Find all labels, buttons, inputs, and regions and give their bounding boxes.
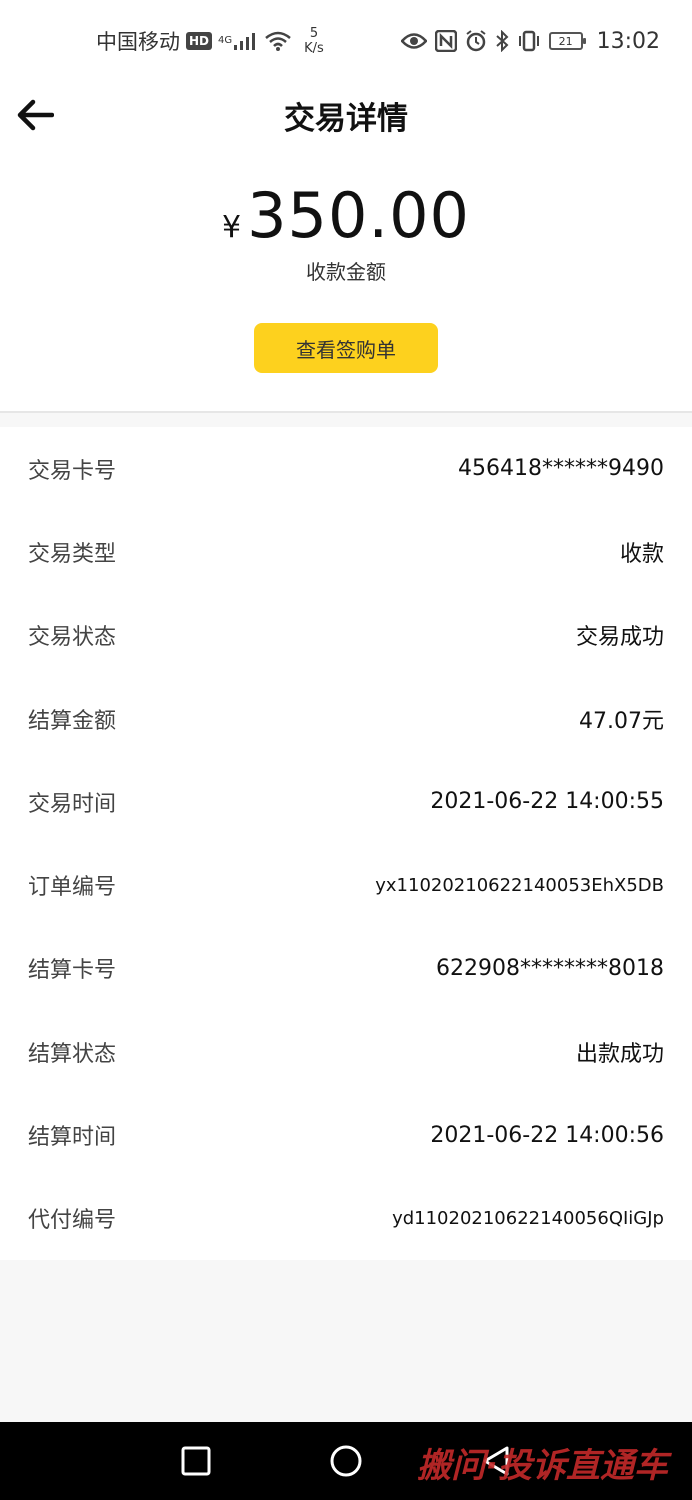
detail-label: 交易时间 [28,791,117,817]
detail-value: 2021-06-22 14:00:55 [430,789,664,815]
hd-badge: HD [186,32,213,50]
detail-label: 代付编号 [28,1208,117,1234]
speed-value: 5 [309,26,319,41]
view-receipt-button[interactable]: 查看签购单 [254,323,438,373]
detail-value: 2021-06-22 14:00:56 [430,1122,664,1148]
detail-row-settlement-amount: 结算金额 47.07元 [0,677,692,760]
nav-bar: 交易详情 [0,82,692,148]
amount-row: ¥ 350.00 [0,180,692,252]
home-button[interactable] [326,1441,366,1481]
back-nav-button[interactable] [476,1441,516,1481]
back-button[interactable] [12,92,58,138]
detail-row-time: 交易时间 2021-06-22 14:00:55 [0,760,692,843]
vibrate-icon [517,30,541,52]
network-speed: 5 K/s [304,26,324,56]
carrier-name: 中国移动 [96,30,180,54]
square-icon [181,1446,211,1476]
transaction-amount: 350.00 [247,179,471,252]
detail-row-settlement-time: 结算时间 2021-06-22 14:00:56 [0,1093,692,1176]
detail-value: 456418******9490 [458,456,664,482]
detail-label: 结算状态 [28,1041,117,1067]
detail-label: 结算卡号 [28,958,117,984]
bluetooth-icon [495,30,509,52]
app-root: 中国移动 HD 4G 5 K/s 21 13:02 交易详情 ¥ 350.00 … [0,0,692,1500]
detail-row-status: 交易状态 交易成功 [0,594,692,677]
detail-value: 622908********8018 [436,955,664,981]
nfc-icon [434,30,457,52]
transaction-summary: ¥ 350.00 收款金额 查看签购单 [0,148,692,413]
arrow-left-icon [17,99,54,131]
detail-label: 交易类型 [28,541,117,567]
currency-symbol: ¥ [221,210,242,245]
status-bar: 中国移动 HD 4G 5 K/s 21 13:02 [0,0,692,82]
eye-icon [400,32,427,50]
system-nav-bar [0,1422,692,1500]
detail-value: yx11020210622140053EhX5DB [375,874,664,896]
battery-icon: 21 [548,32,586,50]
detail-value: 47.07元 [579,708,664,734]
battery-level: 21 [558,34,573,48]
circle-icon [330,1445,362,1477]
detail-label: 交易卡号 [28,458,117,484]
detail-row-card-number: 交易卡号 456418******9490 [0,427,692,510]
amount-label: 收款金额 [306,260,386,284]
speed-unit: K/s [304,41,324,56]
alarm-icon [465,30,487,52]
detail-row-type: 交易类型 收款 [0,510,692,593]
status-right: 21 13:02 [400,28,660,54]
detail-label: 交易状态 [28,625,117,651]
detail-value: 出款成功 [575,1041,664,1067]
page-title: 交易详情 [284,100,408,137]
triangle-back-icon [483,1446,509,1476]
clock: 13:02 [596,28,660,54]
cellular-signal-icon: 4G [218,31,258,51]
detail-label: 结算时间 [28,1125,117,1151]
detail-row-settlement-card: 结算卡号 622908********8018 [0,927,692,1010]
recent-apps-button[interactable] [176,1441,216,1481]
detail-label: 结算金额 [28,708,117,734]
detail-value: 收款 [619,541,664,567]
detail-label: 订单编号 [28,875,117,901]
detail-row-order-number: 订单编号 yx11020210622140053EhX5DB [0,843,692,926]
detail-row-settlement-status: 结算状态 出款成功 [0,1010,692,1093]
status-left: 中国移动 HD 4G 5 K/s [96,26,324,56]
detail-value: yd11020210622140056QIiGJp [392,1207,664,1229]
detail-value: 交易成功 [575,625,664,651]
detail-row-payout-number: 代付编号 yd11020210622140056QIiGJp [0,1177,692,1260]
transaction-details: 交易卡号 456418******9490 交易类型 收款 交易状态 交易成功 … [0,427,692,1260]
wifi-icon [264,30,292,52]
network-type: 4G [218,35,233,46]
